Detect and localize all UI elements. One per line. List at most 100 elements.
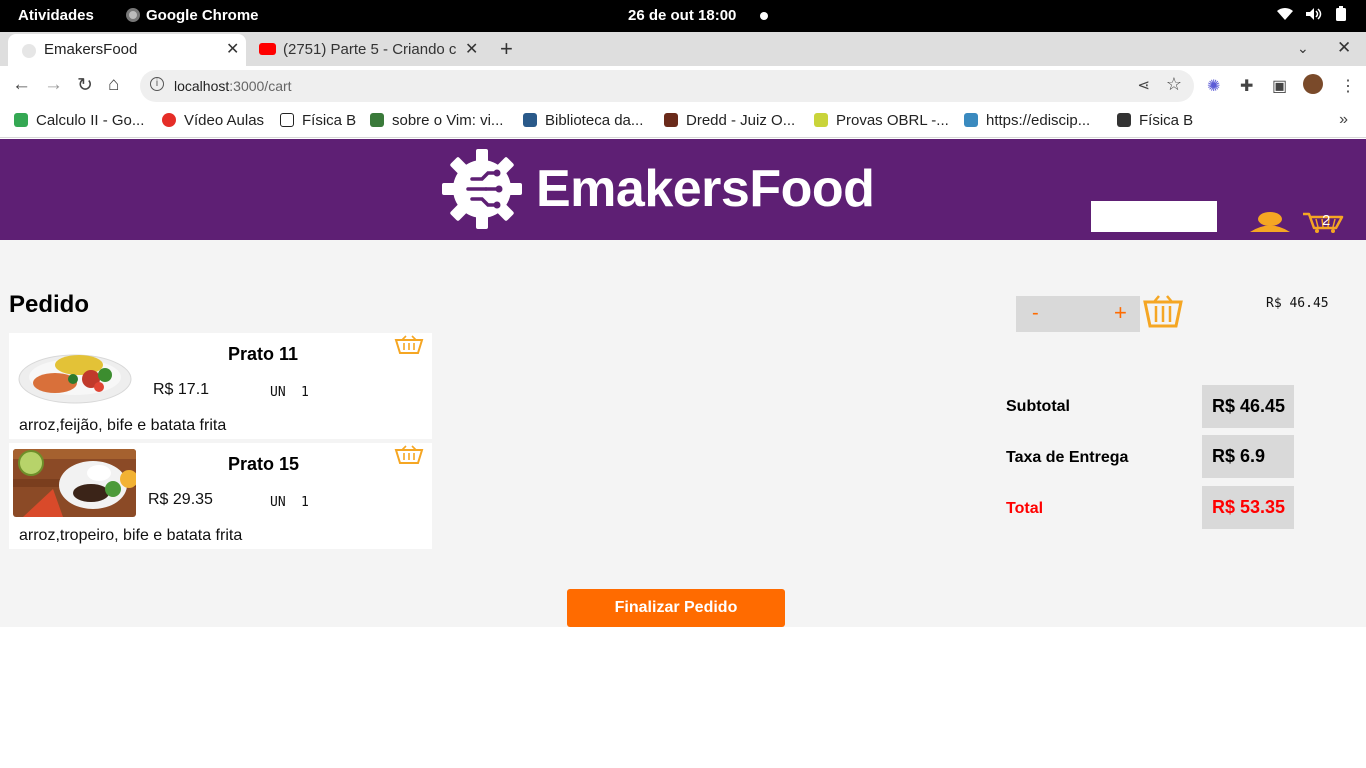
- close-tab-icon[interactable]: ✕: [226, 39, 239, 59]
- increase-button[interactable]: +: [1114, 300, 1127, 326]
- chrome-menu-icon[interactable]: ⋮: [1340, 76, 1356, 96]
- finalize-order-button[interactable]: Finalizar Pedido: [567, 589, 785, 627]
- item-price: R$ 29.35: [148, 491, 213, 508]
- item-name: Prato 15: [228, 454, 300, 474]
- bookmark-item[interactable]: Vídeo Aulas: [162, 112, 264, 129]
- item-quantity: 1: [301, 495, 309, 510]
- tab-title: (2751) Parte 5 - Criando ca: [283, 41, 457, 58]
- side-panel-icon[interactable]: ▣: [1272, 76, 1287, 96]
- bookmark-item[interactable]: Física B: [1117, 112, 1193, 129]
- address-bar[interactable]: i localhost:3000/cart ⋖ ☆: [140, 70, 1194, 102]
- item-price: R$ 17.1: [153, 381, 210, 398]
- user-icon[interactable]: [1248, 211, 1292, 233]
- unit-label: UN: [270, 495, 286, 510]
- url-text[interactable]: localhost:3000/cart: [174, 78, 292, 94]
- wifi-icon: [1276, 6, 1294, 26]
- delivery-fee-label: Taxa de Entrega: [1006, 449, 1129, 466]
- reload-icon[interactable]: ↻: [77, 74, 93, 97]
- cart-item: Prato 11 R$ 17.1 UN 1 arroz,feijão, bife…: [9, 333, 432, 439]
- item-description: arroz,tropeiro, bife e batata frita: [19, 527, 243, 544]
- tab-strip: EmakersFood ✕ (2751) Parte 5 - Criando c…: [0, 32, 1366, 66]
- decrease-button[interactable]: -: [1032, 302, 1039, 325]
- bookmark-label: Calculo II - Go...: [36, 112, 145, 129]
- item-name: Prato 11: [228, 344, 299, 364]
- tab-emakersfood[interactable]: EmakersFood ✕: [8, 34, 246, 66]
- site-info-icon[interactable]: i: [150, 77, 164, 91]
- logo-gear-icon[interactable]: [442, 149, 522, 229]
- bookmark-label: Vídeo Aulas: [184, 112, 265, 129]
- share-icon[interactable]: ⋖: [1137, 76, 1150, 94]
- site-header: EmakersFood 2: [0, 139, 1366, 240]
- page-title: Pedido: [9, 291, 90, 318]
- remove-item-basket-icon[interactable]: [394, 445, 424, 465]
- cart-line-total: R$ 46.45: [1266, 296, 1329, 311]
- bookmark-item[interactable]: Biblioteca da...: [523, 112, 643, 129]
- bookmark-label: Dredd - Juiz O...: [686, 112, 796, 129]
- bookmark-label: Física B: [302, 112, 357, 129]
- page-favicon-icon: [22, 44, 36, 58]
- food-image: [13, 339, 136, 407]
- site-logo-text[interactable]: EmakersFood: [536, 159, 875, 219]
- bookmark-label: Biblioteca da...: [545, 112, 644, 129]
- notification-dot-icon: [760, 12, 768, 20]
- bookmark-item[interactable]: https://ediscip...: [964, 112, 1090, 129]
- system-tray[interactable]: [1276, 6, 1350, 26]
- bookmark-label: Física B: [1139, 112, 1194, 129]
- cart-item: Prato 15 R$ 29.35 UN 1 arroz,tropeiro, b…: [9, 443, 432, 549]
- browser-toolbar: ← → ↻ ⌂ i localhost:3000/cart ⋖ ☆ ✺ ✚ ▣ …: [0, 66, 1366, 106]
- tab-title: EmakersFood: [44, 41, 138, 58]
- forward-icon[interactable]: →: [44, 74, 63, 96]
- remove-item-basket-icon[interactable]: [394, 335, 424, 355]
- back-icon[interactable]: ←: [12, 74, 31, 96]
- bookmark-star-icon[interactable]: ☆: [1166, 74, 1182, 95]
- youtube-icon: [259, 43, 276, 55]
- clear-cart-basket-icon[interactable]: [1143, 294, 1183, 328]
- bookmark-item[interactable]: Dredd - Juiz O...: [664, 112, 795, 129]
- bookmark-item[interactable]: Física B: [280, 112, 356, 129]
- battery-icon: [1332, 6, 1350, 26]
- tab-search-chevron-icon[interactable]: ⌄: [1297, 40, 1309, 57]
- food-image: [13, 449, 136, 517]
- item-quantity: 1: [301, 385, 309, 400]
- vim-icon: [370, 113, 384, 127]
- drive-icon: [14, 113, 28, 127]
- delivery-fee-value: R$ 6.9: [1202, 435, 1294, 478]
- bookmark-item[interactable]: Provas OBRL -...: [814, 112, 949, 129]
- library-icon: [523, 113, 537, 127]
- subtotal-value: R$ 46.45: [1202, 385, 1294, 428]
- extension-gear-icon[interactable]: ✺: [1207, 76, 1220, 96]
- url-host: localhost: [174, 78, 230, 94]
- search-input[interactable]: [1091, 201, 1217, 232]
- quantity-stepper: - +: [1016, 296, 1140, 332]
- volume-icon: [1304, 6, 1322, 26]
- close-tab-icon[interactable]: ✕: [465, 39, 478, 59]
- home-icon[interactable]: ⌂: [108, 74, 119, 96]
- total-value: R$ 53.35: [1202, 486, 1294, 529]
- bookmark-item[interactable]: sobre o Vim: vi...: [370, 112, 503, 129]
- clock[interactable]: 26 de out 18:00: [628, 7, 736, 24]
- unit-label: UN: [270, 385, 286, 400]
- bookmark-item[interactable]: Calculo II - Go...: [14, 112, 144, 129]
- app-menu[interactable]: Google Chrome: [126, 7, 259, 24]
- item-description: arroz,feijão, bife e batata frita: [19, 417, 227, 434]
- folder-icon: [1117, 113, 1131, 127]
- more-bookmarks-icon[interactable]: »: [1339, 111, 1348, 129]
- url-path: :3000/cart: [229, 78, 292, 94]
- app-name: Google Chrome: [146, 7, 259, 24]
- new-tab-icon[interactable]: +: [500, 36, 513, 62]
- activities-button[interactable]: Atividades: [18, 7, 94, 24]
- notion-icon: [280, 113, 294, 127]
- cart-page: EmakersFood 2 Pedido Prato 11 R$ 17.1 UN…: [0, 139, 1366, 627]
- total-label: Total: [1006, 500, 1044, 517]
- bookmarks-bar: Calculo II - Go... Vídeo Aulas Física B …: [0, 106, 1366, 138]
- bookmark-label: sobre o Vim: vi...: [392, 112, 504, 129]
- extensions-puzzle-icon[interactable]: ✚: [1240, 76, 1253, 96]
- dredd-icon: [664, 113, 678, 127]
- tab-youtube[interactable]: (2751) Parte 5 - Criando ca ✕: [250, 34, 486, 66]
- profile-avatar[interactable]: [1303, 74, 1323, 94]
- bookmark-label: https://ediscip...: [986, 112, 1091, 129]
- window-close-icon[interactable]: ✕: [1337, 38, 1351, 58]
- check-icon: [814, 113, 828, 127]
- cart-count-badge: 2: [1322, 212, 1331, 229]
- subtotal-label: Subtotal: [1006, 398, 1070, 415]
